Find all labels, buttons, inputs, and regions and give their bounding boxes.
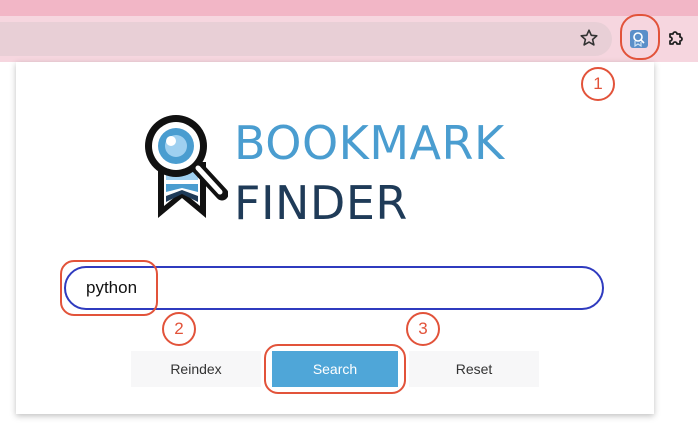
star-icon[interactable] — [579, 28, 599, 48]
address-bar[interactable] — [0, 22, 612, 56]
browser-tab-strip — [0, 0, 698, 16]
reset-button[interactable]: Reset — [409, 351, 539, 387]
reindex-button[interactable]: Reindex — [131, 351, 261, 387]
search-button-highlight — [264, 344, 406, 394]
bookmark-magnifier-logo-icon — [145, 115, 228, 218]
extension-icon-highlight — [620, 14, 660, 60]
step-badge-3: 3 — [406, 312, 440, 346]
search-input-highlight — [60, 260, 158, 316]
logo-text-finder: FINDER — [234, 176, 408, 230]
step-badge-2: 2 — [162, 312, 196, 346]
logo-text-bookmark: BOOKMARK — [234, 116, 505, 170]
step-badge-1: 1 — [581, 67, 615, 101]
puzzle-icon[interactable] — [664, 27, 688, 51]
